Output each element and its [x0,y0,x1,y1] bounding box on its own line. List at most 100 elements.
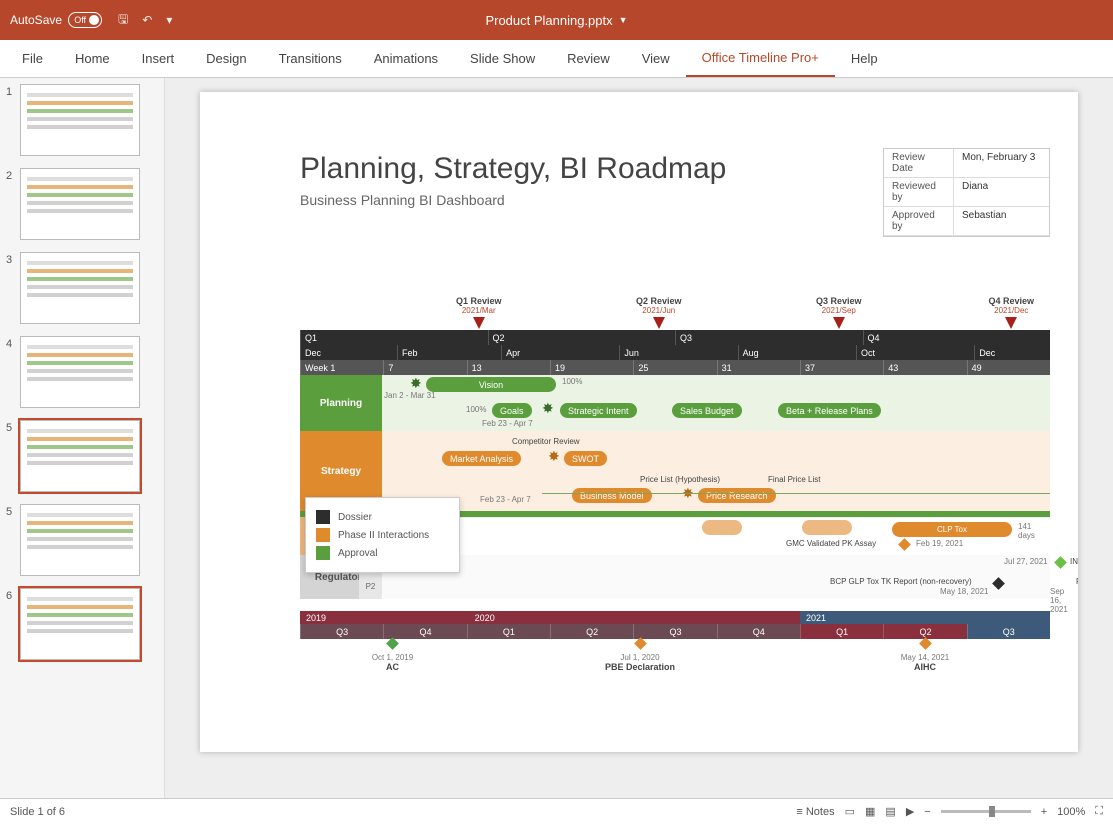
year-top-row: 201920202021 [300,611,1050,624]
slide-thumb[interactable]: 1 [6,84,158,156]
slide-area[interactable]: Planning, Strategy, BI Roadmap Business … [165,78,1113,798]
meta-key: Review Date [884,149,954,178]
bar-small-a[interactable] [702,520,742,535]
meta-table[interactable]: Review DateMon, February 3Reviewed byDia… [883,148,1050,237]
thumb-preview[interactable] [20,168,140,240]
bar-strategic-intent[interactable]: Strategic Intent [560,403,637,418]
bar-clp-tox[interactable]: CLP Tox [892,522,1012,537]
bar-beta-release[interactable]: Beta + Release Plans [778,403,881,418]
mrow-cell: Dec [974,345,1050,360]
quarter-milestone[interactable]: Q1 Review2021/Mar [456,296,502,329]
doc-dropdown-icon[interactable]: ▼ [619,15,628,25]
slide-thumb[interactable]: 5 [6,504,158,576]
thumb-preview[interactable] [20,84,140,156]
year-milestone[interactable]: Oct 1, 2019AC [353,639,433,672]
quarter-milestone[interactable]: Q2 Review2021/Jun [636,296,682,329]
view-reading-icon[interactable]: ▤ [885,805,895,818]
save-icon[interactable]: 🖫 [118,10,128,31]
autosave-label: AutoSave [10,13,62,27]
ribbon-tab-slide-show[interactable]: Slide Show [454,40,551,77]
work-area: 1 2 3 4 5 5 6 Planning, Strategy, BI Roadmap B… [0,78,1113,798]
quarter-milestone[interactable]: Q3 Review2021/Sep [816,296,862,329]
thumb-preview[interactable] [20,588,140,660]
thumb-preview[interactable] [20,420,140,492]
slider-knob[interactable] [989,806,995,817]
year-milestone[interactable]: Jul 1, 2020PBE Declaration [600,639,680,672]
thumb-number: 6 [6,588,16,602]
slide-subtitle[interactable]: Business Planning BI Dashboard [300,192,505,208]
thumb-preview[interactable] [20,252,140,324]
wrow-cell: 37 [800,360,883,375]
yq-cell: Q4 [717,624,800,639]
ribbon-tab-animations[interactable]: Animations [358,40,454,77]
bar-sales-budget[interactable]: Sales Budget [672,403,742,418]
bar-price-research[interactable]: Price Research [698,488,776,503]
autosave-toggle[interactable]: Off [68,12,102,28]
meta-value: Mon, February 3 [954,149,1049,178]
slide-thumb[interactable]: 6 [6,588,158,660]
row2-dates: Feb 23 - Apr 7 [482,419,533,428]
row2-pct: 100% [466,405,486,414]
ribbon-tab-file[interactable]: File [6,40,59,77]
legend-popup[interactable]: DossierPhase II InteractionsApproval [305,497,460,573]
ribbon-tab-view[interactable]: View [626,40,686,77]
wrow-cell: 13 [467,360,550,375]
thumbnail-pane[interactable]: 1 2 3 4 5 5 6 [0,78,165,798]
bar-small-b[interactable] [802,520,852,535]
yq-cell: Q4 [383,624,466,639]
milestone-star-icon: ✸ [542,400,554,417]
zoom-slider[interactable] [941,810,1031,813]
ribbon-tab-office-timeline-pro-[interactable]: Office Timeline Pro+ [686,40,835,77]
bar-market-analysis[interactable]: Market Analysis [442,451,521,466]
lane-body-regulatory: P1 P2 Jul 27, 2021 IND BCP GLP Tox TK Re… [382,555,1050,599]
year-band[interactable]: 201920202021 Q3Q4Q1Q2Q3Q4Q1Q2Q3 Oct 1, 2… [300,611,1050,699]
slide-thumb[interactable]: 2 [6,168,158,240]
ribbon-tab-insert[interactable]: Insert [126,40,191,77]
lane-body-strategy: Competitor Review Market Analysis ✸ SWOT… [382,431,1050,511]
bar-goals[interactable]: Goals [492,403,532,418]
yq-cell: Q3 [633,624,716,639]
year-milestone[interactable]: May 14, 2021AIHC [885,639,965,672]
connector-line [542,493,1050,494]
bar-vision[interactable]: Vision [426,377,556,392]
notes-label: Notes [806,806,835,818]
zoom-in-icon[interactable]: + [1041,806,1047,818]
slide-thumb[interactable]: 5 [6,420,158,492]
qat-more-icon[interactable]: ▾ [166,13,172,27]
ribbon-tab-review[interactable]: Review [551,40,626,77]
view-normal-icon[interactable]: ▭ [845,805,855,818]
status-bar: Slide 1 of 6 ≡ Notes ▭ ▦ ▤ ▶ − + 100% ⛶ [0,798,1113,824]
notes-button[interactable]: ≡ Notes [796,806,834,818]
toggle-knob [89,15,99,25]
thumb-preview[interactable] [20,336,140,408]
view-sorter-icon[interactable]: ▦ [865,805,875,818]
undo-icon[interactable]: ↶ [142,13,152,27]
triangle-icon [1005,317,1017,329]
meta-key: Reviewed by [884,178,954,207]
competitor-review-label: Competitor Review [512,437,580,446]
fit-window-icon[interactable]: ⛶ [1095,805,1103,818]
diamond-icon [634,637,647,650]
bcp-label: BCP GLP Tox TK Report (non-recovery) [830,577,972,586]
bar-business-model[interactable]: Business Model [572,488,652,503]
zoom-out-icon[interactable]: − [924,806,930,818]
slide-title[interactable]: Planning, Strategy, BI Roadmap [300,152,726,186]
ribbon-tab-help[interactable]: Help [835,40,894,77]
wrow-cell: 7 [383,360,466,375]
thumb-preview[interactable] [20,504,140,576]
ribbon-tab-home[interactable]: Home [59,40,126,77]
autosave-state: Off [74,15,86,25]
slide-thumb[interactable]: 3 [6,252,158,324]
bar-swot[interactable]: SWOT [564,451,607,466]
slide-canvas[interactable]: Planning, Strategy, BI Roadmap Business … [200,92,1078,752]
legend-label: Approval [338,548,377,559]
ribbon-tab-design[interactable]: Design [190,40,262,77]
slide-thumb[interactable]: 4 [6,336,158,408]
ribbon-tab-transitions[interactable]: Transitions [263,40,358,77]
quarter-milestone[interactable]: Q4 Review2021/Dec [989,296,1035,329]
diamond-icon [898,538,911,551]
title-bar: AutoSave Off 🖫 ↶ ▾ Product Planning.pptx… [0,0,1113,40]
view-slideshow-icon[interactable]: ▶ [906,805,914,818]
qrow-cell: Q2 [488,330,676,345]
zoom-level[interactable]: 100% [1057,806,1085,818]
